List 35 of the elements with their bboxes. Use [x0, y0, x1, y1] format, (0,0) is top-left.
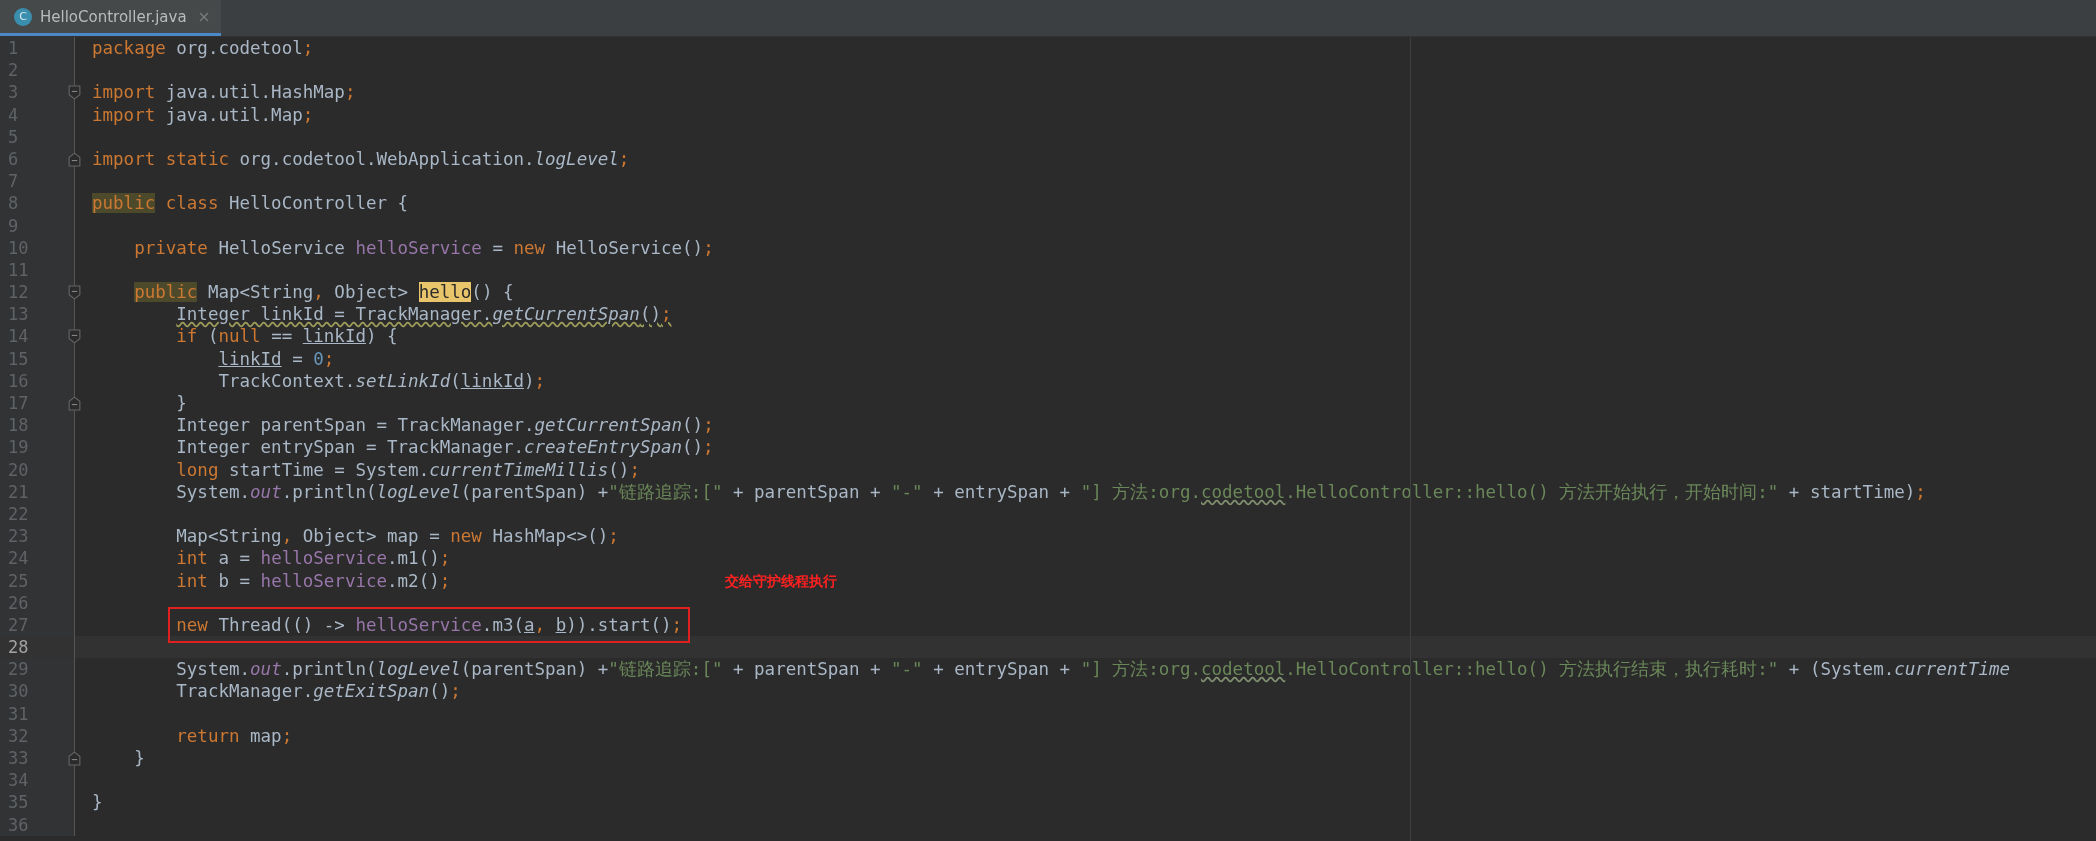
- code-line: int b = helloService.m2();: [176, 569, 451, 592]
- code-line: Map<String, Object> map = new HashMap<>();: [176, 525, 619, 548]
- annotation-note: 交给守护线程执行: [725, 571, 838, 591]
- code-line: System.out.println(logLevel(parentSpan) +"链路追踪:[" + parentSpan + "-" + entrySpan + "] 方法:org.codetool.HelloController::hello() 方法开始执行，开始时间:" + startTime);: [176, 480, 1926, 503]
- code-line: long startTime = System.currentTimeMillis();: [176, 458, 640, 481]
- code-line: linkId = 0;: [218, 347, 335, 370]
- code-line: }: [134, 747, 145, 770]
- fold-icon[interactable]: [68, 396, 81, 411]
- code-line: package org.codetool;: [92, 37, 314, 60]
- code-line: }: [176, 392, 187, 415]
- fold-icon[interactable]: [68, 151, 81, 167]
- fold-icon[interactable]: [68, 751, 81, 766]
- code-line: TrackContext.setLinkId(linkId);: [218, 369, 546, 392]
- code-line: if (null == linkId) {: [176, 325, 398, 348]
- code-line: return map;: [176, 724, 293, 747]
- code-line: public class HelloController {: [92, 192, 409, 215]
- code-line: private HelloService helloService = new HelloService();: [134, 236, 714, 259]
- code-line: TrackManager.getExitSpan();: [176, 680, 461, 703]
- class-icon: C: [14, 7, 32, 26]
- code-line: import static org.codetool.WebApplication.logLevel;: [92, 147, 630, 171]
- code-line: Integer entrySpan = TrackManager.createEntrySpan();: [176, 436, 714, 459]
- fold-icon[interactable]: [68, 85, 81, 101]
- code-line: new Thread(() -> helloService.m3(a, b)).start();: [176, 614, 683, 635]
- code-line: import java.util.HashMap;: [92, 81, 356, 104]
- code-line: }: [92, 791, 103, 814]
- fold-icon[interactable]: [68, 285, 81, 301]
- code-line: Integer parentSpan = TrackManager.getCurrentSpan();: [176, 414, 714, 437]
- code-line: System.out.println(logLevel(parentSpan) +"链路追踪:[" + parentSpan + "-" + entrySpan + "] 方法:org.codetool.HelloController::hello() 方法执行结束，执行耗时:" + (System.currentTime: [176, 658, 2011, 681]
- close-icon[interactable]: [198, 11, 209, 22]
- code-line: import java.util.Map;: [92, 103, 314, 126]
- file-tab[interactable]: C HelloController.java: [0, 0, 221, 36]
- code-line: int a = helloService.m1();: [176, 547, 451, 570]
- code-line: public Map<String, Object> hello() {: [134, 281, 514, 304]
- fold-icon[interactable]: [68, 329, 81, 345]
- code-line: Integer linkId = TrackManager.getCurrentSpan();: [176, 303, 672, 326]
